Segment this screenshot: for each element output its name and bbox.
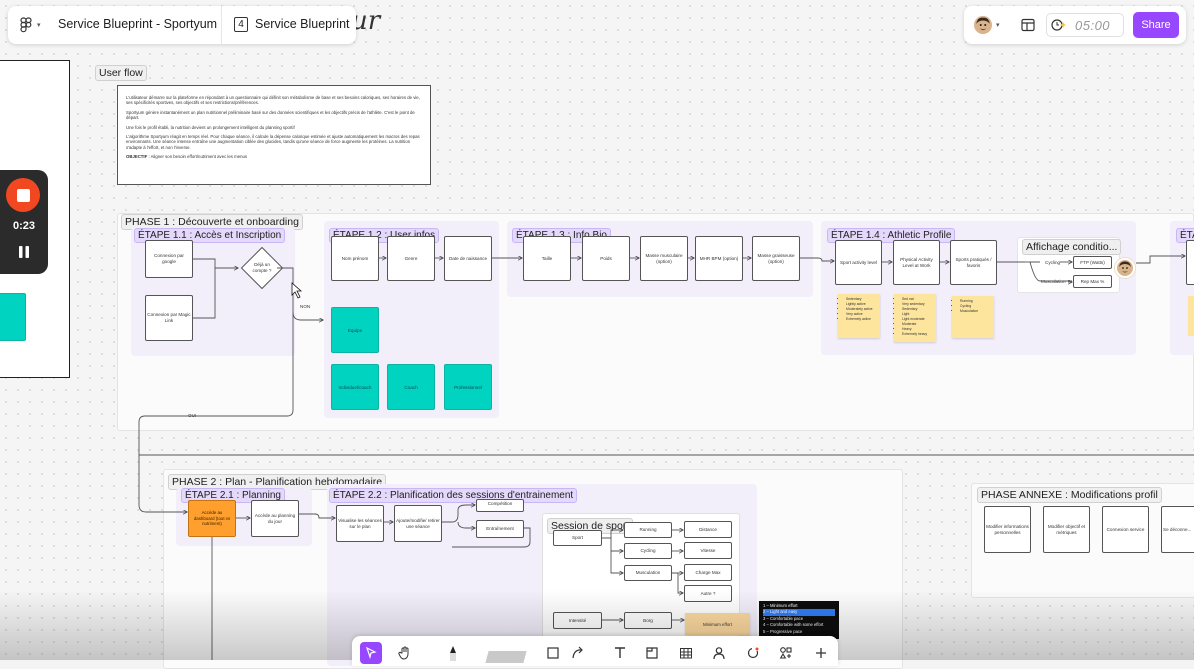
hand-tool-button[interactable] — [394, 642, 416, 664]
timer-widget[interactable]: 05:00 — [1046, 13, 1124, 37]
assets-tool-button[interactable] — [775, 642, 797, 664]
timer-stopwatch-icon — [1051, 19, 1066, 31]
highlighter-tool-button[interactable] — [485, 642, 527, 664]
stop-recording-button[interactable] — [6, 178, 40, 212]
file-header-bar: ▾ Service Blueprint - Sportyum 4 Service… — [8, 6, 356, 44]
square-shape-icon — [547, 647, 559, 659]
layout-panel-icon — [1021, 18, 1035, 32]
highlighter-icon — [485, 651, 527, 663]
share-button[interactable]: Share — [1133, 12, 1179, 38]
hand-icon — [398, 646, 409, 660]
page-name[interactable]: Service Blueprint — [255, 17, 350, 31]
pen-tool-button[interactable] — [442, 642, 464, 664]
text-tool-button[interactable] — [609, 642, 631, 664]
stop-icon — [16, 188, 30, 202]
more-tools-button[interactable] — [810, 642, 832, 664]
marker-pen-icon — [450, 646, 456, 661]
bottom-toolbar — [352, 636, 838, 666]
section-frame-icon — [646, 647, 658, 659]
chevron-down-icon: ▾ — [996, 22, 1000, 29]
plus-icon — [816, 648, 826, 658]
figma-logo-icon — [20, 17, 32, 33]
connector-arrow-icon — [572, 646, 583, 659]
table-tool-button[interactable] — [675, 642, 697, 664]
text-t-icon — [615, 647, 625, 658]
flow-connectors — [138, 0, 1194, 660]
file-title[interactable]: Service Blueprint - Sportyum — [58, 17, 217, 31]
figma-canvas[interactable]: User flow L'utilisateur démarre sur la p… — [0, 0, 1194, 669]
layout-panel-button[interactable] — [1020, 17, 1036, 33]
figma-menu-button[interactable]: ▾ — [20, 15, 48, 35]
plugin-widget-icon — [747, 647, 759, 659]
pause-icon — [19, 246, 29, 258]
page-number-badge[interactable]: 4 — [234, 17, 248, 32]
screen-recorder-widget: 0:23 — [0, 170, 48, 274]
connector-tool-button[interactable] — [567, 642, 589, 664]
shape-tool-button[interactable] — [542, 642, 564, 664]
pause-recording-button[interactable] — [14, 242, 34, 262]
shapes-grid-icon — [779, 647, 792, 659]
user-avatar-menu[interactable]: ▾ — [974, 14, 1006, 36]
cursor-arrow-icon — [366, 647, 377, 659]
timer-value: 05:00 — [1075, 17, 1111, 33]
section-tool-button[interactable] — [641, 642, 663, 664]
user-avatar-icon — [974, 16, 992, 34]
table-icon — [680, 648, 692, 659]
widgets-tool-button[interactable] — [742, 642, 764, 664]
recording-time: 0:23 — [12, 220, 36, 232]
move-tool-button[interactable] — [360, 642, 382, 664]
person-stamp-icon — [713, 647, 725, 660]
header-divider — [221, 6, 222, 44]
share-header-bar: ▾ 05:00 Share — [964, 6, 1186, 44]
stamp-tool-button[interactable] — [708, 642, 730, 664]
chevron-down-icon: ▾ — [37, 22, 41, 29]
